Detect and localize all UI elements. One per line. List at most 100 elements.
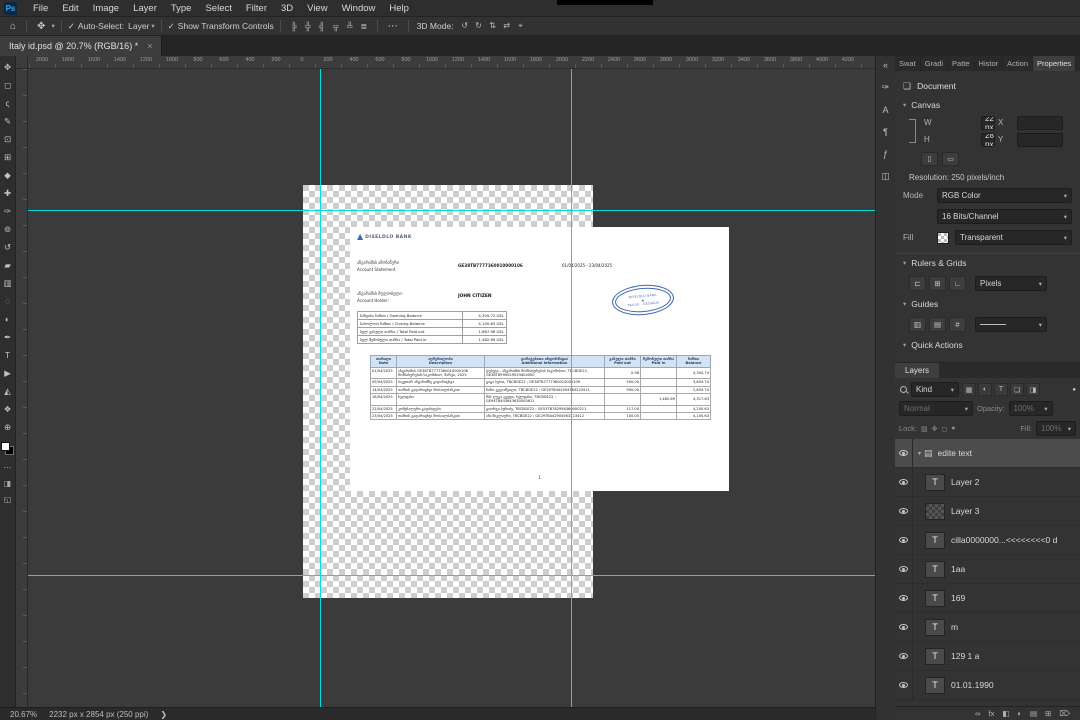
canvas-fill-dropdown[interactable]: Transparent ▾ xyxy=(955,230,1072,245)
ruler-toggle-icon[interactable]: ⊏ xyxy=(909,276,926,291)
lock-image-icon[interactable]: ◻ xyxy=(941,425,947,433)
libraries-panel-icon[interactable]: ◫ xyxy=(881,171,890,182)
menu-type[interactable]: Type xyxy=(164,3,199,14)
lock-position-icon[interactable]: ✥ xyxy=(932,425,938,433)
image-layer-thumbnail[interactable] xyxy=(925,502,945,520)
text-layer-thumbnail[interactable]: T xyxy=(925,473,945,491)
slide-3d-icon[interactable]: ⇄ xyxy=(500,21,514,31)
text-layer-thumbnail[interactable]: T xyxy=(925,589,945,607)
paragraph-panel-icon[interactable]: ¶ xyxy=(883,127,888,137)
menu-filter[interactable]: Filter xyxy=(239,3,274,14)
layer-row[interactable]: T 129 1 a xyxy=(895,642,1080,671)
auto-select-checkbox[interactable]: ✓ Auto-Select: xyxy=(68,21,124,32)
move-tool[interactable]: ✥ xyxy=(0,58,16,76)
close-icon[interactable]: × xyxy=(147,41,152,51)
home-icon[interactable]: ⌂ xyxy=(6,21,20,32)
type-tool[interactable]: T xyxy=(0,346,16,364)
menu-help[interactable]: Help xyxy=(382,3,416,14)
glyphs-panel-icon[interactable]: ƒ xyxy=(883,149,888,159)
menu-3d[interactable]: 3D xyxy=(274,3,300,14)
tab-actions[interactable]: Action xyxy=(1003,56,1033,71)
orbit-3d-icon[interactable]: ↺ xyxy=(458,21,472,31)
layer-name[interactable]: 129 1 a xyxy=(951,651,979,661)
dodge-tool[interactable]: ◐ xyxy=(0,310,16,328)
menu-window[interactable]: Window xyxy=(335,3,383,14)
auto-select-target-dropdown[interactable]: Layer ▾ xyxy=(128,21,155,31)
align-right-icon[interactable]: ╣ xyxy=(315,22,329,31)
layer-mask-icon[interactable]: ◧ xyxy=(1002,709,1009,718)
units-dropdown[interactable]: Pixels ▾ xyxy=(975,276,1047,291)
path-selection-tool[interactable]: ▶ xyxy=(0,364,16,382)
document-tab[interactable]: Italy id.psd @ 20.7% (RGB/16) * × xyxy=(0,36,163,56)
type-filter-icon[interactable]: T xyxy=(994,383,1008,396)
chevron-down-icon[interactable]: ▾ xyxy=(51,22,54,30)
distribute-icon[interactable]: ≣ xyxy=(357,22,371,31)
layer-name[interactable]: cilla0000000...<<<<<<<<0 d xyxy=(951,535,1057,545)
visibility-toggle[interactable] xyxy=(895,671,913,699)
marquee-tool[interactable]: ◻ xyxy=(0,76,16,94)
text-layer-thumbnail[interactable]: T xyxy=(925,560,945,578)
tab-properties[interactable]: Properties xyxy=(1033,56,1077,71)
bit-depth-dropdown[interactable]: 16 Bits/Channel ▾ xyxy=(937,209,1072,224)
layer-name[interactable]: m xyxy=(951,622,958,632)
character-panel-icon[interactable]: A xyxy=(882,105,888,115)
menu-view[interactable]: View xyxy=(300,3,334,14)
text-layer-thumbnail[interactable]: T xyxy=(925,618,945,636)
layer-name[interactable]: Layer 2 xyxy=(951,477,979,487)
layer-row[interactable]: T m xyxy=(895,613,1080,642)
canvas-section-header[interactable]: ▾ Canvas xyxy=(903,96,1072,114)
group-expand-chevron-icon[interactable]: ▾ xyxy=(918,450,921,457)
text-layer-thumbnail[interactable]: T xyxy=(925,647,945,665)
menu-edit[interactable]: Edit xyxy=(55,3,85,14)
y-field[interactable] xyxy=(1017,132,1063,147)
filter-kind-dropdown[interactable]: Kind ▾ xyxy=(911,382,959,397)
layer-fill-dropdown[interactable]: 100% ▾ xyxy=(1036,421,1076,436)
screen-mode-icon[interactable]: ◱ xyxy=(0,491,16,507)
layer-effects-icon[interactable]: fx xyxy=(989,709,995,718)
rulers-grids-section-header[interactable]: ▾ Rulers & Grids xyxy=(903,254,1072,272)
pan-3d-icon[interactable]: ⇅ xyxy=(486,21,500,31)
visibility-toggle[interactable] xyxy=(895,613,913,641)
guide-vertical-1[interactable] xyxy=(320,69,321,707)
text-layer-thumbnail[interactable]: T xyxy=(925,531,945,549)
tab-histogram[interactable]: Histor xyxy=(975,56,1004,71)
layer-row[interactable]: T 1aa xyxy=(895,555,1080,584)
clone-stamp-tool[interactable]: ⊚ xyxy=(0,220,16,238)
eyedropper-tool[interactable]: ◆ xyxy=(0,166,16,184)
layer-name[interactable]: edite text xyxy=(938,448,973,458)
tab-patterns[interactable]: Patte xyxy=(948,56,975,71)
blur-tool[interactable]: ◌ xyxy=(0,292,16,310)
adjustment-layer-icon[interactable]: ◐ xyxy=(1017,709,1022,718)
menu-select[interactable]: Select xyxy=(198,3,238,14)
visibility-toggle[interactable] xyxy=(895,642,913,670)
add-guide-icon[interactable]: ▥ xyxy=(909,317,926,332)
color-mode-dropdown[interactable]: RGB Color ▾ xyxy=(937,188,1072,203)
clear-guides-icon[interactable]: # xyxy=(949,317,966,332)
menu-file[interactable]: File xyxy=(26,3,55,14)
width-field[interactable]: 2232 px xyxy=(981,115,995,130)
horizontal-ruler[interactable]: 2000 1800 1600 1400 1200 1000 800 600 400 200 0 200… xyxy=(28,56,875,69)
eraser-tool[interactable]: ▰ xyxy=(0,256,16,274)
brush-tool[interactable]: ✑ xyxy=(0,202,16,220)
ruler-corner[interactable] xyxy=(16,56,28,69)
show-transform-controls-checkbox[interactable]: ✓ Show Transform Controls xyxy=(168,21,274,32)
more-options-icon[interactable]: ⋯ xyxy=(384,21,402,32)
layer-name[interactable]: 169 xyxy=(951,593,965,603)
pen-tool[interactable]: ✒ xyxy=(0,328,16,346)
align-top-icon[interactable]: ╦ xyxy=(329,22,343,31)
filter-toggle-icon[interactable]: ● xyxy=(1072,387,1076,393)
guide-horizontal-1[interactable] xyxy=(28,210,875,211)
smart-object-filter-icon[interactable]: ◨ xyxy=(1026,383,1040,396)
align-center-h-icon[interactable]: ╬ xyxy=(301,22,315,31)
delete-layer-icon[interactable]: ⌦ xyxy=(1059,709,1070,718)
guide-horizontal-2[interactable] xyxy=(28,575,875,576)
new-layer-icon[interactable]: ⊞ xyxy=(1045,709,1051,718)
link-dimensions-icon[interactable] xyxy=(909,119,916,143)
layer-name[interactable]: 1aa xyxy=(951,564,965,574)
shape-tool[interactable]: ◭ xyxy=(0,382,16,400)
layer-row[interactable]: T 01.01.1990 xyxy=(895,671,1080,700)
tab-swatches[interactable]: Swat xyxy=(895,56,921,71)
history-brush-tool[interactable]: ↺ xyxy=(0,238,16,256)
frame-tool[interactable]: ⊞ xyxy=(0,148,16,166)
snap-toggle-icon[interactable]: ∟ xyxy=(949,276,966,291)
